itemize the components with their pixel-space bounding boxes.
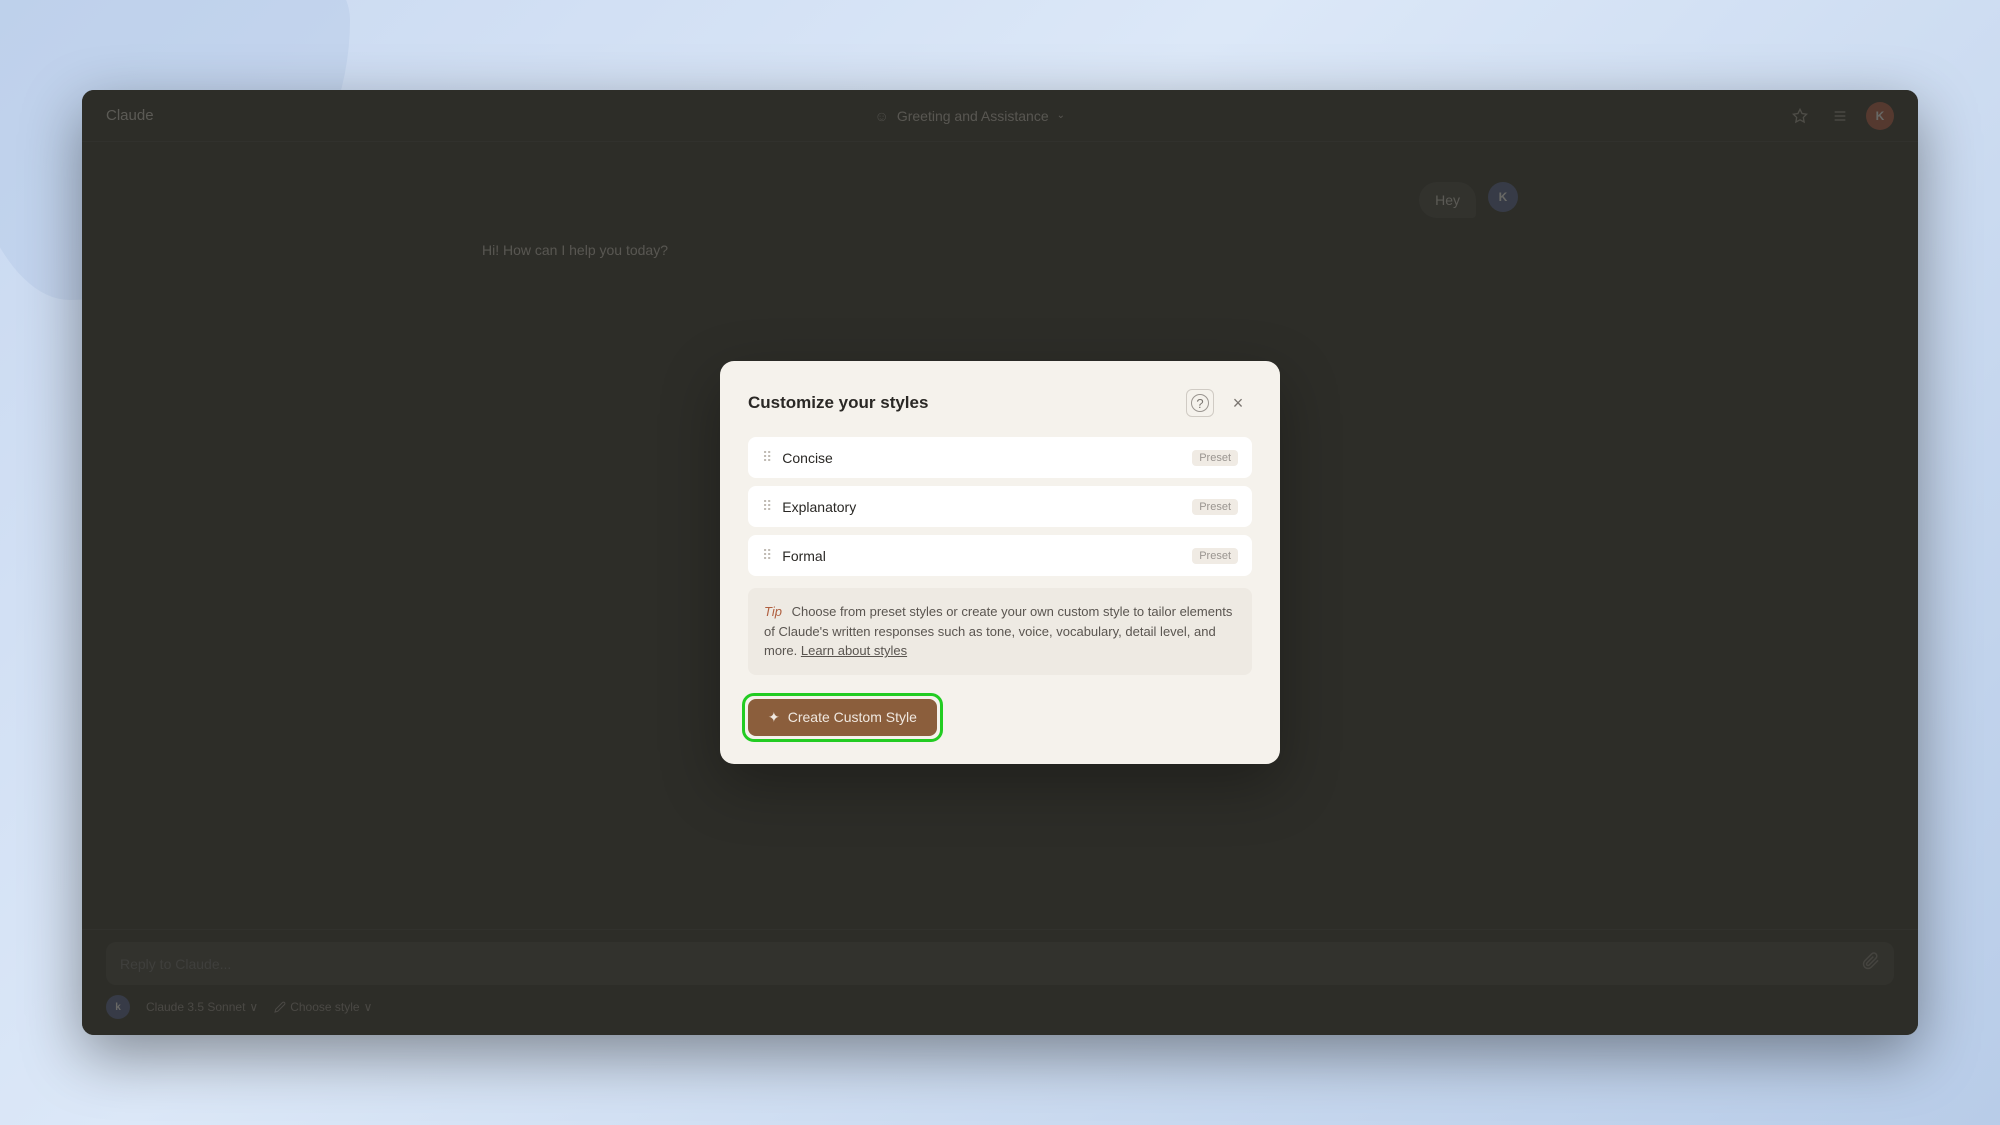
drag-handle-icon: ⠿ bbox=[762, 498, 772, 515]
preset-badge-explanatory: Preset bbox=[1192, 499, 1238, 515]
create-icon: ✦ bbox=[768, 709, 780, 726]
style-name-explanatory: Explanatory bbox=[782, 499, 856, 515]
learn-about-styles-link[interactable]: Learn about styles bbox=[801, 643, 907, 658]
close-button[interactable]: × bbox=[1224, 389, 1252, 417]
customize-styles-modal: Customize your styles ? × ⠿ Concise bbox=[720, 361, 1280, 764]
tip-label: Tip bbox=[764, 604, 782, 619]
style-item-concise[interactable]: ⠿ Concise Preset bbox=[748, 437, 1252, 478]
modal-header-actions: ? × bbox=[1186, 389, 1252, 417]
tip-box: Tip Choose from preset styles or create … bbox=[748, 588, 1252, 675]
create-button-label: Create Custom Style bbox=[788, 709, 917, 725]
drag-handle-icon: ⠿ bbox=[762, 449, 772, 466]
help-button[interactable]: ? bbox=[1186, 389, 1214, 417]
app-window: Claude ☺ Greeting and Assistance ⌄ K bbox=[82, 90, 1918, 1035]
create-custom-style-button[interactable]: ✦ Create Custom Style bbox=[748, 699, 937, 736]
preset-badge-concise: Preset bbox=[1192, 450, 1238, 466]
close-icon: × bbox=[1233, 393, 1244, 414]
modal-header: Customize your styles ? × bbox=[748, 389, 1252, 417]
style-name-concise: Concise bbox=[782, 450, 833, 466]
style-name-formal: Formal bbox=[782, 548, 826, 564]
create-button-wrapper: ✦ Create Custom Style bbox=[748, 699, 937, 736]
drag-handle-icon: ⠿ bbox=[762, 547, 772, 564]
modal-overlay: Customize your styles ? × ⠿ Concise bbox=[82, 90, 1918, 1035]
modal-title: Customize your styles bbox=[748, 393, 928, 413]
preset-badge-formal: Preset bbox=[1192, 548, 1238, 564]
help-icon: ? bbox=[1191, 394, 1209, 412]
style-item-explanatory[interactable]: ⠿ Explanatory Preset bbox=[748, 486, 1252, 527]
style-list: ⠿ Concise Preset ⠿ Explanatory Preset ⠿ bbox=[748, 437, 1252, 576]
style-item-formal[interactable]: ⠿ Formal Preset bbox=[748, 535, 1252, 576]
